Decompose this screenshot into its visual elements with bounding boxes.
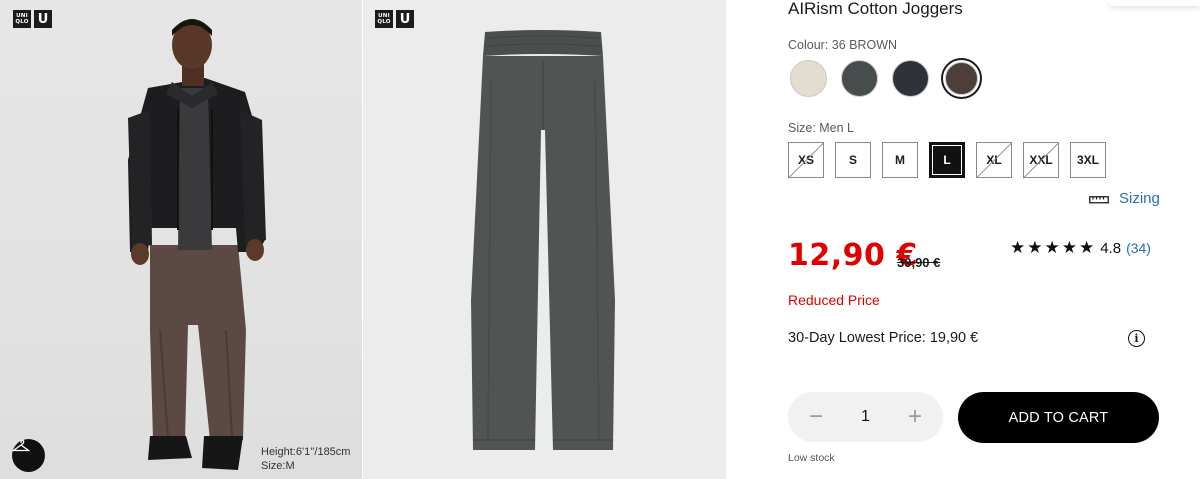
quantity-stepper[interactable]: − 1 + — [788, 392, 943, 442]
product-title: AIRism Cotton Joggers — [788, 0, 963, 18]
colour-swatch-dark-grey[interactable] — [839, 58, 880, 99]
model-illustration — [128, 19, 266, 470]
quantity-increase-button[interactable]: + — [905, 403, 925, 431]
lowest-price-text: 30-Day Lowest Price: 19,90 € — [788, 330, 979, 346]
colour-swatch-fill — [841, 60, 878, 97]
colour-label: Colour: 36 BROWN — [788, 38, 898, 52]
size-options: XS S M L XL XXL 3XL — [788, 142, 1106, 178]
logo-text-bottom-2: QLO — [377, 19, 391, 25]
model-photo[interactable]: UNI QLO U Height:6'1''/185cm Size:M — [0, 0, 362, 479]
size-option-s[interactable]: S — [835, 142, 871, 178]
colour-swatch-beige[interactable] — [788, 58, 829, 99]
rating-count-link[interactable]: (34) — [1126, 240, 1151, 256]
logo-text-bottom: QLO — [15, 19, 29, 25]
ruler-icon — [1089, 195, 1109, 203]
uniqlo-logo-mark-2: UNI QLO — [375, 10, 393, 28]
model-size: Size:M — [261, 460, 295, 472]
colour-swatch-fill — [945, 62, 978, 95]
size-option-xl[interactable]: XL — [976, 142, 1012, 178]
sizing-label: Sizing — [1119, 190, 1160, 207]
original-price: 39,90 € — [897, 255, 941, 270]
quantity-value[interactable]: 1 — [861, 408, 870, 426]
size-option-3xl[interactable]: 3XL — [1070, 142, 1106, 178]
uniqlo-logo: UNI QLO U — [13, 10, 52, 28]
uniqlo-logo-2: UNI QLO U — [375, 10, 414, 28]
quantity-decrease-button[interactable]: − — [806, 403, 826, 431]
size-label: Size: Men L — [788, 121, 855, 135]
product-photo[interactable]: UNI QLO U — [363, 0, 726, 479]
joggers-illustration — [471, 30, 615, 450]
colour-swatch-navy[interactable] — [890, 58, 931, 99]
u-logo-mark: U — [34, 10, 52, 28]
rating-value: 4.8 — [1100, 239, 1122, 257]
colour-swatch-brown[interactable] — [941, 58, 982, 99]
hanger-icon — [12, 439, 30, 452]
info-icon[interactable]: i — [1128, 330, 1145, 347]
reduced-price-label: Reduced Price — [788, 292, 880, 308]
rating-stars-icon: ★★★★★ — [1010, 238, 1097, 257]
add-to-cart-button[interactable]: ADD TO CART — [958, 392, 1159, 443]
size-option-m[interactable]: M — [882, 142, 918, 178]
u-logo-mark-2: U — [396, 10, 414, 28]
rating[interactable]: ★★★★★ 4.8 (34) — [1010, 238, 1151, 258]
model-height: Height:6'1''/185cm — [261, 446, 351, 458]
model-info: Height:6'1''/185cm Size:M — [261, 445, 350, 473]
stock-status: Low stock — [788, 452, 835, 464]
size-option-xs[interactable]: XS — [788, 142, 824, 178]
colour-swatch-fill — [892, 60, 929, 97]
top-bar-edge — [1110, 0, 1200, 6]
colour-swatches — [788, 58, 982, 99]
hanger-icon-button[interactable] — [12, 439, 45, 472]
size-option-xxl[interactable]: XXL — [1023, 142, 1059, 178]
size-option-l[interactable]: L — [929, 142, 965, 178]
uniqlo-logo-mark: UNI QLO — [13, 10, 31, 28]
sizing-link[interactable]: Sizing — [1089, 190, 1160, 207]
colour-swatch-fill — [790, 60, 827, 97]
